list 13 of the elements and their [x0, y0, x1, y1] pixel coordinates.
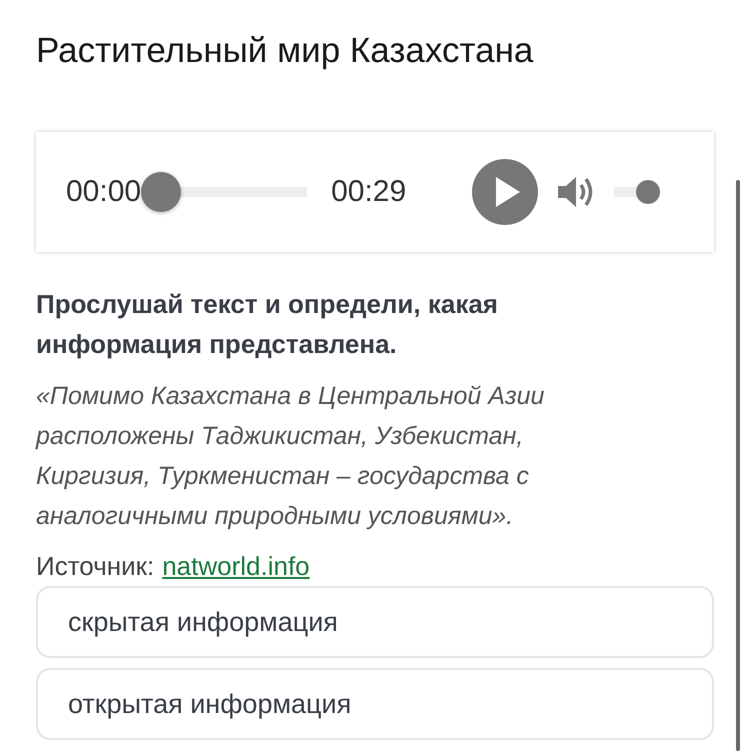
volume-thumb[interactable]	[636, 180, 660, 204]
duration: 00:29	[331, 175, 406, 209]
play-icon	[496, 177, 520, 207]
scrollbar[interactable]	[736, 180, 740, 751]
answer-option[interactable]: скрытая информация	[36, 586, 714, 658]
answer-option[interactable]: открытая информация	[36, 668, 714, 740]
progress-thumb[interactable]	[141, 172, 182, 212]
source-label: Источник:	[36, 550, 154, 582]
source-link[interactable]: natworld.info	[162, 550, 310, 582]
quote-text: «Помимо Казахстана в Центральной Азии расположены Таджикистан, Узбекистан, Киргизия, Туркменистан – государства с аналогичными природными условиями».	[36, 381, 546, 532]
current-time: 00:00	[66, 175, 142, 209]
page-title: Растительный мир Казахстана	[36, 30, 534, 72]
instruction-text: Прослушай текст и определи, какая информация представлена.	[36, 288, 499, 361]
